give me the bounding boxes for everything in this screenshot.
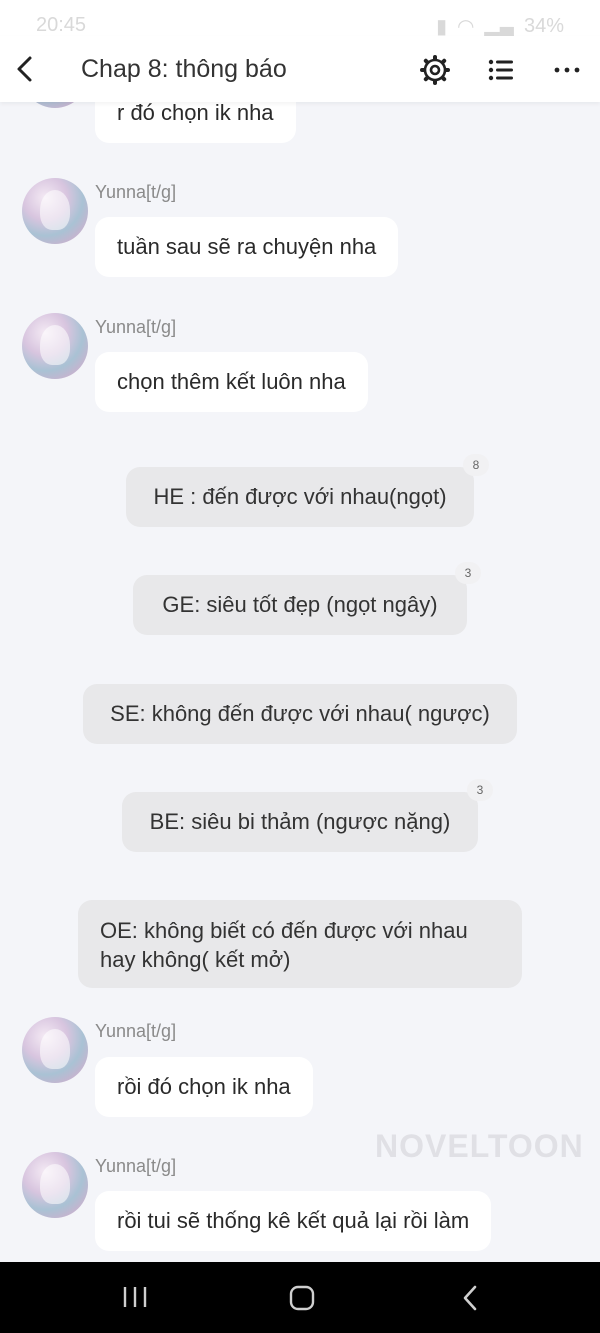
system-back-button[interactable] [458, 1284, 484, 1317]
choice-option[interactable]: SE: không đến được với nhau( ngược) [83, 684, 517, 744]
choice-option[interactable]: BE: siêu bi thảm (ngược nặng) [122, 792, 478, 852]
comment-count: 8 [472, 458, 480, 472]
home-button[interactable] [288, 1284, 316, 1317]
author-name: Yunna[t/g] [95, 317, 177, 337]
author-name: Yunna[t/g] [95, 1021, 177, 1041]
message-text: tuần sau sẽ ra chuyện nha [117, 234, 377, 259]
author-name: Yunna[t/g] [95, 1156, 177, 1176]
message-bubble: chọn thêm kết luôn nha [95, 352, 368, 412]
back-arrow-icon [463, 1285, 477, 1311]
chat-content[interactable]: r đó chọn ik nha Yunna[t/g] tuần sau sẽ … [0, 0, 600, 1262]
chapter-header: Chap 8: thông báo [0, 36, 600, 102]
author-name: Yunna[t/g] [95, 182, 177, 202]
comment-count-badge[interactable]: 8 [463, 454, 489, 476]
list-icon [488, 59, 513, 81]
home-icon [289, 1285, 315, 1311]
system-navigation-bar [0, 1262, 600, 1333]
more-dots-icon [554, 67, 580, 73]
chapter-title: Chap 8: thông báo [81, 55, 287, 83]
choice-option[interactable]: HE : đến được với nhau(ngọt) [126, 467, 474, 527]
author-avatar[interactable] [22, 1152, 88, 1218]
recent-apps-button[interactable] [121, 1284, 149, 1315]
author-avatar[interactable] [22, 178, 88, 244]
battery-level: 34% [523, 15, 564, 37]
choice-text: BE: siêu bi thảm (ngược nặng) [149, 809, 451, 834]
more-options-button[interactable] [551, 54, 583, 86]
comment-count-badge[interactable]: 3 [455, 562, 481, 584]
message-text: chọn thêm kết luôn nha [117, 369, 346, 394]
author-avatar[interactable] [22, 313, 88, 379]
choice-text: GE: siêu tốt đẹp (ngọt ngây) [162, 592, 438, 617]
chevron-left-icon [17, 56, 32, 82]
gear-icon [420, 55, 450, 85]
author-avatar[interactable] [22, 1017, 88, 1083]
choice-option[interactable]: OE: không biết có đến được với nhau hay … [78, 900, 522, 988]
choice-text: HE : đến được với nhau(ngọt) [153, 484, 447, 509]
choice-text-line: OE: không biết có đến được với nhau [100, 918, 468, 943]
chapter-list-button[interactable] [485, 54, 517, 86]
status-time: 20:45 [36, 14, 87, 36]
comment-count-badge[interactable]: 3 [467, 779, 493, 801]
comment-count: 3 [464, 566, 472, 580]
choice-option[interactable]: GE: siêu tốt đẹp (ngọt ngây) [133, 575, 467, 635]
message-bubble: rồi tui sẽ thống kê kết quả lại rồi làm [95, 1191, 492, 1251]
message-bubble: tuần sau sẽ ra chuyện nha [95, 217, 399, 277]
settings-button[interactable] [419, 54, 451, 86]
message-text: r đó chọn ik nha [117, 100, 274, 125]
comment-count: 3 [476, 783, 484, 797]
recent-apps-icon [123, 1287, 147, 1307]
message-text: rồi đó chọn ik nha [117, 1074, 291, 1099]
choice-text-line: hay không( kết mở) [100, 947, 291, 972]
message-bubble: rồi đó chọn ik nha [95, 1057, 313, 1117]
choice-text: SE: không đến được với nhau( ngược) [110, 701, 490, 726]
back-button[interactable] [12, 52, 40, 86]
noveltoon-watermark: NOVELTOON [375, 1128, 584, 1164]
message-text: rồi tui sẽ thống kê kết quả lại rồi làm [117, 1208, 470, 1233]
